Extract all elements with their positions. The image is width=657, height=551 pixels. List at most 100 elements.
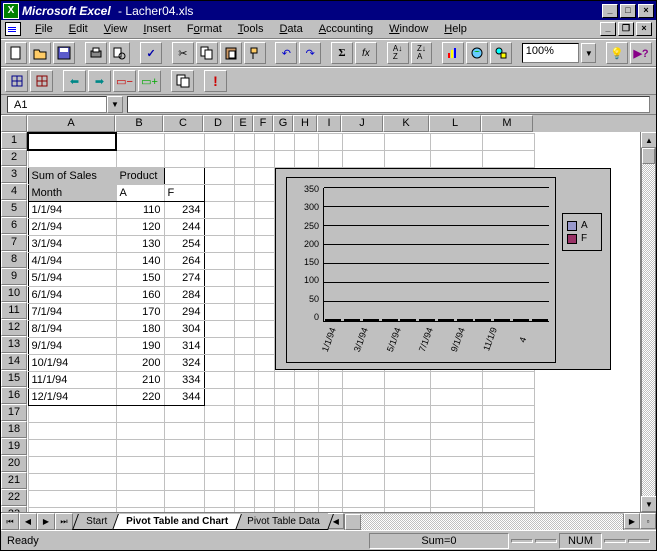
map-button[interactable] — [466, 42, 488, 64]
column-header-D[interactable]: D — [203, 115, 233, 132]
tab-first-button[interactable]: ⏮ — [1, 513, 19, 530]
menu-tools[interactable]: Tools — [230, 21, 272, 37]
autosum-button[interactable]: Σ — [331, 42, 353, 64]
row-header-17[interactable]: 17 — [1, 404, 27, 421]
chart-wizard-button[interactable] — [442, 42, 464, 64]
spellcheck-button[interactable]: ✓ — [140, 42, 162, 64]
tb2-btn-2[interactable] — [30, 70, 53, 92]
zoom-input[interactable]: 100% — [522, 43, 579, 63]
row-header-4[interactable]: 4 — [1, 183, 27, 200]
scroll-right-button[interactable]: ▶ — [624, 513, 640, 529]
column-header-F[interactable]: F — [253, 115, 273, 132]
undo-button[interactable]: ↶ — [275, 42, 297, 64]
row-header-3[interactable]: 3 — [1, 166, 27, 183]
menu-format[interactable]: Format — [179, 21, 230, 37]
column-header-M[interactable]: M — [481, 115, 533, 132]
tb2-btn-1[interactable] — [5, 70, 28, 92]
tb2-expand[interactable]: ▭+ — [138, 70, 161, 92]
horizontal-scrollbar[interactable]: ◀ ▶ — [328, 513, 640, 530]
row-header-14[interactable]: 14 — [1, 353, 27, 370]
tb2-arrow-left[interactable]: ⬅ — [63, 70, 86, 92]
row-header-2[interactable]: 2 — [1, 149, 27, 166]
menu-file[interactable]: File — [27, 21, 61, 37]
row-header-5[interactable]: 5 — [1, 200, 27, 217]
row-header-15[interactable]: 15 — [1, 370, 27, 387]
column-header-L[interactable]: L — [429, 115, 481, 132]
scroll-up-button[interactable]: ▲ — [641, 132, 656, 148]
cells-grid[interactable]: Sum of SalesProductMonthAF1/1/941102342/… — [27, 132, 640, 512]
row-header-18[interactable]: 18 — [1, 421, 27, 438]
sheet-tab-pivot-data[interactable]: Pivot Table Data — [233, 514, 333, 530]
open-button[interactable] — [29, 42, 51, 64]
menu-insert[interactable]: Insert — [135, 21, 179, 37]
minimize-button[interactable]: _ — [602, 4, 618, 18]
copy-button[interactable] — [196, 42, 218, 64]
close-button[interactable]: × — [638, 4, 654, 18]
formula-bar[interactable] — [127, 96, 650, 113]
row-header-20[interactable]: 20 — [1, 455, 27, 472]
tab-split-handle[interactable]: ▫ — [640, 513, 656, 529]
select-all-corner[interactable] — [1, 115, 27, 132]
print-preview-button[interactable] — [109, 42, 131, 64]
hscroll-thumb[interactable] — [345, 514, 361, 530]
child-restore-button[interactable]: ❐ — [618, 22, 634, 36]
column-header-H[interactable]: H — [293, 115, 317, 132]
row-header-6[interactable]: 6 — [1, 217, 27, 234]
column-header-A[interactable]: A — [27, 115, 115, 132]
drawing-button[interactable] — [490, 42, 512, 64]
column-header-I[interactable]: I — [317, 115, 341, 132]
tab-prev-button[interactable]: ◀ — [19, 513, 37, 530]
redo-button[interactable]: ↷ — [299, 42, 321, 64]
menu-data[interactable]: Data — [271, 21, 310, 37]
column-header-J[interactable]: J — [341, 115, 383, 132]
menu-view[interactable]: View — [96, 21, 136, 37]
function-wizard-button[interactable]: fx — [355, 42, 377, 64]
tb2-alert[interactable]: ! — [204, 70, 227, 92]
paste-button[interactable] — [220, 42, 242, 64]
child-close-button[interactable]: × — [636, 22, 652, 36]
tab-last-button[interactable]: ⏭ — [55, 513, 73, 530]
menu-accounting[interactable]: Accounting — [311, 21, 381, 37]
row-header-9[interactable]: 9 — [1, 268, 27, 285]
vertical-scrollbar[interactable]: ▲ ▼ — [640, 132, 656, 512]
menu-edit[interactable]: Edit — [61, 21, 96, 37]
name-box[interactable]: A1 — [7, 96, 107, 113]
print-button[interactable] — [85, 42, 107, 64]
row-header-21[interactable]: 21 — [1, 472, 27, 489]
workbook-icon[interactable] — [5, 22, 21, 36]
sort-desc-button[interactable]: Z↓A — [411, 42, 433, 64]
column-header-C[interactable]: C — [163, 115, 203, 132]
row-header-13[interactable]: 13 — [1, 336, 27, 353]
row-header-22[interactable]: 22 — [1, 489, 27, 506]
column-header-K[interactable]: K — [383, 115, 429, 132]
sort-asc-button[interactable]: A↓Z — [387, 42, 409, 64]
row-header-12[interactable]: 12 — [1, 319, 27, 336]
scroll-down-button[interactable]: ▼ — [641, 496, 656, 512]
row-header-1[interactable]: 1 — [1, 132, 27, 149]
maximize-button[interactable]: □ — [620, 4, 636, 18]
row-header-8[interactable]: 8 — [1, 251, 27, 268]
zoom-dropdown[interactable]: ▼ — [581, 43, 596, 63]
tb2-copy-sheet[interactable] — [171, 70, 194, 92]
column-header-E[interactable]: E — [233, 115, 253, 132]
new-button[interactable] — [5, 42, 27, 64]
vscroll-thumb[interactable] — [642, 148, 655, 164]
format-painter-button[interactable] — [244, 42, 266, 64]
row-header-16[interactable]: 16 — [1, 387, 27, 404]
row-header-11[interactable]: 11 — [1, 302, 27, 319]
column-header-B[interactable]: B — [115, 115, 163, 132]
tb2-collapse[interactable]: ▭− — [113, 70, 136, 92]
name-box-dropdown[interactable]: ▼ — [107, 96, 123, 113]
tip-wizard-button[interactable]: 💡 — [606, 42, 628, 64]
menu-window[interactable]: Window — [381, 21, 436, 37]
sheet-tab-pivot-chart[interactable]: Pivot Table and Chart — [112, 514, 242, 530]
column-header-G[interactable]: G — [273, 115, 293, 132]
row-header-10[interactable]: 10 — [1, 285, 27, 302]
embedded-chart[interactable]: 350300250200150100500 1/1/943/1/945/1/94… — [275, 168, 611, 370]
child-minimize-button[interactable]: _ — [600, 22, 616, 36]
tab-next-button[interactable]: ▶ — [37, 513, 55, 530]
row-header-7[interactable]: 7 — [1, 234, 27, 251]
help-button[interactable]: ▶? — [630, 42, 652, 64]
cut-button[interactable]: ✂ — [172, 42, 194, 64]
tb2-arrow-right[interactable]: ➡ — [88, 70, 111, 92]
